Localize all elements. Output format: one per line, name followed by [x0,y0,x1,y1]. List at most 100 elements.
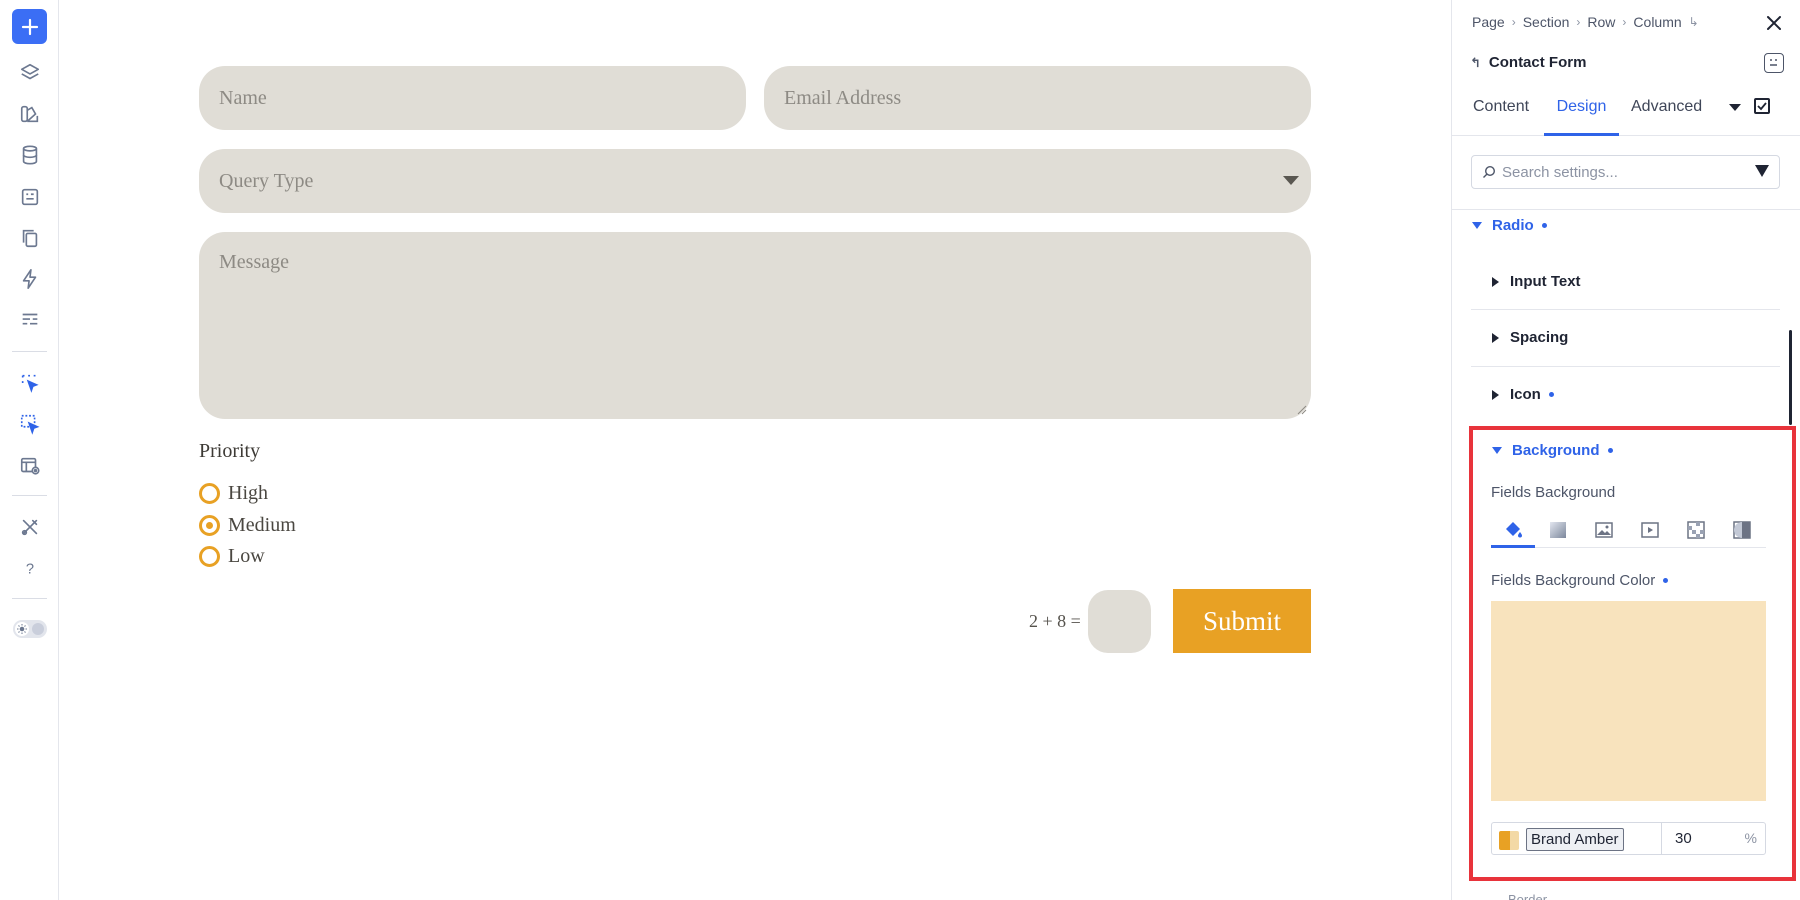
section-spacing[interactable]: Spacing [1492,329,1568,346]
caret-down-icon [1283,176,1299,185]
tab-design[interactable]: Design [1544,98,1619,136]
return-arrow-icon: ↳ [1688,15,1699,29]
global-color-name[interactable]: Brand Amber [1526,828,1624,851]
theme-builder-button[interactable] [13,97,47,131]
radio-option-medium[interactable]: Medium [199,514,296,537]
color-picker-row: Brand Amber 30 % [1491,822,1766,855]
database-button[interactable] [13,138,47,172]
search-settings-input[interactable]: Search settings... [1471,155,1780,189]
add-module-button[interactable] [12,9,47,44]
divider [1471,309,1780,310]
mask-icon[interactable] [1732,520,1752,540]
image-icon[interactable] [1594,520,1614,540]
color-preview-swatch[interactable] [1491,601,1766,801]
presets-icon[interactable] [1764,53,1784,73]
resize-handle-icon[interactable] [1297,405,1307,415]
radio-option-high[interactable]: High [199,482,268,505]
query-type-select[interactable]: Query Type [199,149,1311,213]
pattern-icon[interactable] [1686,520,1706,540]
layers-button[interactable] [13,56,47,90]
pages-button[interactable] [13,221,47,255]
help-icon: ? [26,562,34,578]
radio-label: Medium [228,514,296,536]
select-element-button[interactable] [13,366,47,400]
modified-indicator [1541,223,1547,228]
layers-icon [20,63,40,80]
preview-button[interactable] [13,449,47,483]
filter-icon[interactable] [1755,165,1769,177]
section-border-partial[interactable]: Border [1508,892,1547,900]
copy-icon [22,229,38,248]
caret-right-icon [1492,276,1499,287]
captcha-question: 2 + 8 = [1029,611,1081,631]
tab-content[interactable]: Content [1473,98,1529,136]
color-swatch-icon[interactable] [1499,831,1519,850]
interactions-button[interactable] [13,262,47,296]
tab-advanced[interactable]: Advanced [1631,98,1702,136]
section-background[interactable]: Background [1492,442,1613,459]
section-input-text-label: Input Text [1510,273,1581,290]
forms-button[interactable] [13,180,47,214]
help-button[interactable]: ? [13,552,47,586]
fields-background-color-label: Fields Background Color [1491,572,1656,589]
submit-button[interactable]: Submit [1173,589,1311,653]
captcha-input[interactable] [1088,590,1151,653]
modified-indicator [1663,578,1669,583]
left-toolbar: ? [0,0,59,900]
radio-button[interactable] [199,483,220,504]
search-icon [1483,165,1496,178]
section-input-text[interactable]: Input Text [1492,273,1581,290]
caret-right-icon [1492,389,1499,400]
scrollbar[interactable] [1789,330,1792,425]
caret-down-icon [1492,447,1502,454]
checkbox-icon[interactable] [1754,98,1770,114]
paint-bucket-icon[interactable] [1503,520,1523,540]
email-input[interactable]: Email Address [764,66,1311,130]
section-icon-label: Icon [1510,386,1541,403]
radio-button-selected[interactable] [199,515,220,536]
chevron-right-icon: › [1622,15,1627,29]
caret-down-icon[interactable] [1729,104,1741,111]
tools-icon [21,519,38,536]
name-input[interactable]: Name [199,66,746,130]
toolbar-divider [12,351,47,352]
message-textarea[interactable]: Message [199,232,1311,419]
caret-down-icon [1472,222,1482,229]
plus-icon [21,18,38,35]
dark-mode-toggle[interactable] [13,620,47,638]
radio-button[interactable] [199,546,220,567]
section-radio-label: Radio [1492,217,1534,234]
gradient-icon[interactable] [1548,520,1568,540]
radio-label: High [228,482,268,504]
radio-option-low[interactable]: Low [199,545,265,568]
divider [1452,209,1800,210]
close-icon[interactable] [1764,13,1784,33]
layout-button[interactable] [13,303,47,337]
background-type-tabs [1491,512,1766,548]
priority-label: Priority [199,440,261,462]
section-icon[interactable]: Icon [1492,386,1554,403]
section-radio[interactable]: Radio [1472,217,1547,234]
breadcrumb-row[interactable]: Row [1587,14,1615,30]
back-arrow-icon[interactable]: ↰ [1470,55,1481,71]
chevron-right-icon: › [1511,15,1516,29]
tools-button[interactable] [13,510,47,544]
search-placeholder: Search settings... [1502,163,1618,181]
breadcrumb-column[interactable]: Column [1633,14,1681,30]
lightning-icon [22,269,37,289]
name-placeholder: Name [219,86,267,109]
opacity-input[interactable]: 30 [1675,830,1692,847]
section-spacing-label: Spacing [1510,329,1569,346]
active-tab-indicator [1491,545,1535,548]
fields-background-color-label-row: Fields Background Color [1491,572,1669,589]
query-type-placeholder: Query Type [219,169,314,192]
opacity-unit: % [1744,830,1757,846]
video-icon[interactable] [1640,520,1660,540]
sun-icon [15,622,29,636]
database-icon [22,145,38,165]
section-background-label: Background [1512,442,1600,459]
breadcrumb-section[interactable]: Section [1523,14,1570,30]
modified-indicator [1548,392,1554,397]
multi-select-button[interactable] [13,407,47,441]
breadcrumb-page[interactable]: Page [1472,14,1505,30]
